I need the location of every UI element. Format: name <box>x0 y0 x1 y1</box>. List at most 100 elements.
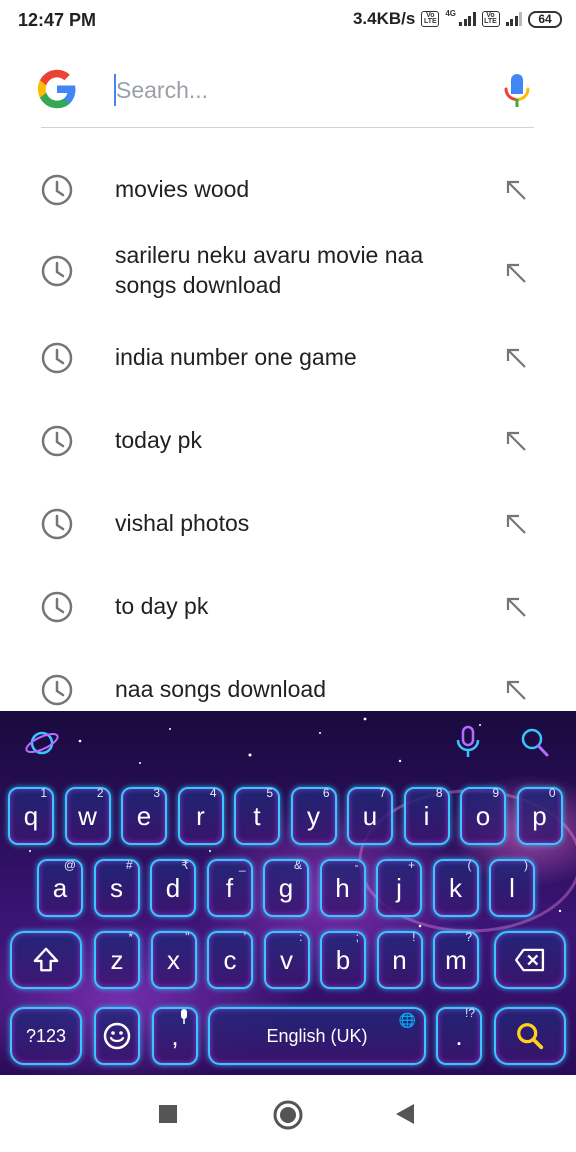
key-hint: : <box>299 930 303 944</box>
language-globe-icon: 🌐 <box>398 1012 416 1028</box>
suggestion-item[interactable]: movies wood <box>0 168 576 212</box>
period-key-hint: !? <box>464 1006 475 1020</box>
key-n[interactable]: n! <box>376 930 423 989</box>
key-hint: 8 <box>435 786 443 800</box>
key-k[interactable]: k( <box>432 858 479 917</box>
key-label: k <box>449 873 462 903</box>
key-t[interactable]: t5 <box>234 786 280 845</box>
key-q[interactable]: q1 <box>8 786 54 845</box>
key-label: n <box>392 945 407 975</box>
history-clock-icon <box>41 674 73 706</box>
key-label: i <box>423 801 430 831</box>
keyboard-search-icon[interactable] <box>518 725 550 759</box>
key-b[interactable]: b; <box>320 930 366 989</box>
search-action-key[interactable] <box>494 1007 566 1065</box>
network-speed: 3.4KB/s <box>352 9 416 28</box>
key-hint: ; <box>355 930 359 944</box>
key-r[interactable]: r4 <box>177 786 224 845</box>
key-y[interactable]: y6 <box>290 786 337 845</box>
fill-query-arrow-icon[interactable] <box>503 677 529 703</box>
back-triangle-icon[interactable] <box>394 1102 416 1126</box>
fill-query-arrow-icon[interactable] <box>503 260 529 286</box>
key-h[interactable]: h- <box>319 858 366 917</box>
navigation-bar <box>0 1075 576 1152</box>
key-hint: 9 <box>492 786 499 800</box>
suggestion-item[interactable]: to day pk <box>0 585 576 629</box>
suggestion-text: india number one game <box>115 344 357 370</box>
key-hint: & <box>293 858 302 872</box>
key-m[interactable]: m? <box>433 930 479 989</box>
google-mic-icon[interactable] <box>502 72 532 110</box>
key-w[interactable]: w2 <box>64 786 111 845</box>
key-hint: ' <box>243 930 246 944</box>
suggestion-text: sarileru neku avaru movie naa songs down… <box>115 242 424 298</box>
network-type: 4G <box>445 8 456 18</box>
battery-icon: 64 <box>528 10 562 28</box>
key-u[interactable]: u7 <box>347 786 393 845</box>
backspace-icon <box>514 948 545 972</box>
key-l[interactable]: l) <box>489 858 535 917</box>
key-hint: # <box>125 858 133 872</box>
period-key[interactable]: . !? <box>436 1006 482 1065</box>
fill-query-arrow-icon[interactable] <box>503 594 529 620</box>
keyboard-toolbar <box>0 711 576 775</box>
suggestion-item[interactable]: naa songs download <box>0 668 576 712</box>
recents-square-icon[interactable] <box>158 1104 178 1124</box>
home-circle-icon[interactable] <box>272 1099 304 1131</box>
key-c[interactable]: c ' <box>207 930 253 989</box>
key-d[interactable]: d ₹ <box>150 858 196 917</box>
key-g[interactable]: g & <box>263 858 309 917</box>
key-hint: @ <box>63 858 76 872</box>
key-i[interactable]: i8 <box>403 786 450 845</box>
key-label: z <box>110 945 124 975</box>
shift-arrow-icon <box>33 947 59 972</box>
fill-query-arrow-icon[interactable] <box>503 177 529 203</box>
key-hint: ? <box>465 930 472 944</box>
key-x[interactable]: x " <box>150 930 197 989</box>
suggestion-item[interactable]: india number one game <box>0 336 576 380</box>
key-f[interactable]: f _ <box>206 858 253 917</box>
key-v[interactable]: v: <box>263 930 310 989</box>
voice-input-icon[interactable] <box>454 725 482 759</box>
key-hint: + <box>407 858 415 872</box>
comma-key[interactable]: , <box>152 1007 198 1065</box>
key-label: t <box>253 801 261 831</box>
volte-icon-2: Vo LTE <box>481 11 500 27</box>
status-bar: 12:47 PM 3.4KB/s Vo LTE 4G Vo LTE 64 <box>0 0 576 40</box>
fill-query-arrow-icon[interactable] <box>503 345 529 371</box>
key-j[interactable]: j + <box>376 858 422 917</box>
key-e[interactable]: e3 <box>121 786 167 845</box>
key-label: h <box>335 873 350 903</box>
keyboard: q 1 w 2 e 3 r 4 t 5 y 6 u 7 i 8 o 9 p 0 a @ s # d ₹ f _ g & h - j + k(l) z *… <box>0 711 576 1075</box>
suggestion-text: to day pk <box>115 593 209 619</box>
key-label: r <box>196 801 205 831</box>
key-z[interactable]: z * <box>94 930 140 989</box>
key-o[interactable]: o9 <box>460 786 506 845</box>
emoji-icon <box>103 1022 131 1050</box>
key-a[interactable]: a @ <box>37 858 83 917</box>
suggestion-item[interactable]: today pk <box>0 419 576 463</box>
history-clock-icon <box>41 174 73 206</box>
key-hint: 5 <box>266 786 273 800</box>
key-label: v <box>280 945 293 975</box>
key-label: p <box>532 801 547 831</box>
space-key[interactable]: English (UK) 🌐 <box>208 1007 426 1065</box>
key-hint: ₹ <box>181 858 189 872</box>
suggestion-item[interactable]: vishal photos <box>0 502 576 546</box>
planet-theme-icon[interactable] <box>24 727 60 759</box>
key-s[interactable]: s # <box>93 858 140 917</box>
search-input[interactable] <box>114 72 474 108</box>
shift-key[interactable] <box>10 931 82 989</box>
status-time: 12:47 PM <box>18 10 97 30</box>
mic-hint-icon <box>181 1009 187 1024</box>
suggestion-item[interactable]: sarileru neku avaru movie naa songs down… <box>0 240 576 304</box>
fill-query-arrow-icon[interactable] <box>503 511 529 537</box>
key-p[interactable]: p0 <box>516 786 563 845</box>
emoji-key[interactable] <box>94 1007 140 1065</box>
key-hint: 7 <box>379 786 386 800</box>
fill-query-arrow-icon[interactable] <box>503 428 529 454</box>
symbols-key[interactable]: ?123 <box>10 1007 82 1065</box>
backspace-key[interactable] <box>494 931 566 989</box>
key-label: e <box>136 801 152 831</box>
key-label: x <box>167 945 180 975</box>
